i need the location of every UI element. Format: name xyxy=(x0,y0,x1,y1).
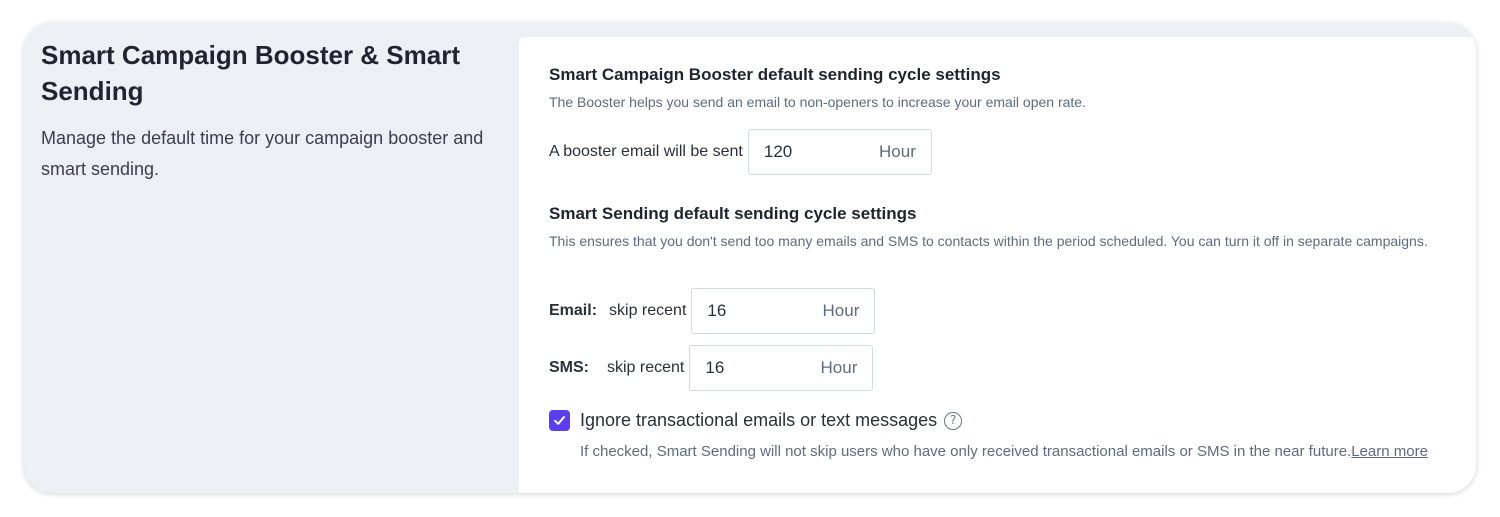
ignore-transactional-note: If checked, Smart Sending will not skip … xyxy=(580,441,1460,462)
settings-panel: Smart Campaign Booster default sending c… xyxy=(519,37,1476,493)
section-description: Manage the default time for your campaig… xyxy=(41,128,484,179)
booster-row: A booster email will be sent 120 Hour xyxy=(549,129,932,175)
sms-skip-hours-input[interactable]: 16 Hour xyxy=(689,345,874,391)
learn-more-link[interactable]: Learn more xyxy=(1351,443,1428,460)
sms-skip-hours-unit: Hour xyxy=(820,358,858,377)
sms-skip-hours-value[interactable]: 16 xyxy=(705,358,724,378)
section-title: Smart Campaign Booster & Smart Sending xyxy=(41,40,460,106)
ignore-transactional-row: Ignore transactional emails or text mess… xyxy=(549,410,963,431)
email-skip-row: Email: skip recent 16 Hour xyxy=(549,288,876,334)
settings-card: Smart Campaign Booster & Smart Sending M… xyxy=(24,23,1476,493)
email-skip-hours-value[interactable]: 16 xyxy=(707,301,726,321)
email-skip-hours-unit: Hour xyxy=(822,301,860,320)
checkmark-icon xyxy=(554,416,565,425)
booster-hours-input[interactable]: 120 Hour xyxy=(747,129,932,175)
booster-description: The Booster helps you send an email to n… xyxy=(549,94,1086,110)
booster-hours-unit: Hour xyxy=(879,142,916,161)
ignore-transactional-note-text: If checked, Smart Sending will not skip … xyxy=(580,443,1352,460)
booster-label: A booster email will be sent xyxy=(549,143,743,160)
email-skip-hours-input[interactable]: 16 Hour xyxy=(691,288,876,334)
smart-sending-title: Smart Sending default sending cycle sett… xyxy=(549,204,917,223)
question-circle-icon[interactable]: ? xyxy=(944,411,963,430)
sms-lead-label: SMS: xyxy=(549,359,589,376)
email-skip-label: skip recent xyxy=(609,302,687,319)
section-header: Smart Campaign Booster & Smart Sending M… xyxy=(41,37,521,185)
sms-skip-label: skip recent xyxy=(607,359,685,376)
sms-skip-row: SMS: skip recent 16 Hour xyxy=(549,345,874,391)
email-lead-label: Email: xyxy=(549,302,598,319)
ignore-transactional-label[interactable]: Ignore transactional emails or text mess… xyxy=(580,410,937,431)
booster-hours-value[interactable]: 120 xyxy=(764,142,792,162)
smart-sending-description: This ensures that you don't send too man… xyxy=(549,233,1428,249)
booster-title: Smart Campaign Booster default sending c… xyxy=(549,65,1001,84)
ignore-transactional-checkbox[interactable] xyxy=(549,410,570,431)
